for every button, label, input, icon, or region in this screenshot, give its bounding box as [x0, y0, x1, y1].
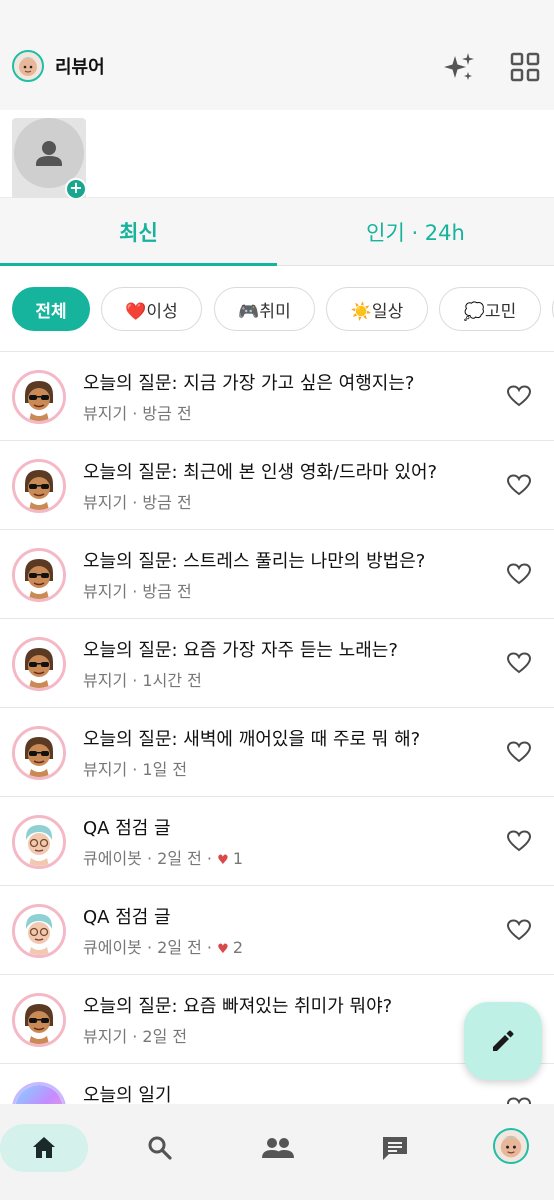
- post-meta-text: 뷰지기 · 방금 전: [83, 582, 192, 601]
- post-meta: 뷰지기 · 방금 전: [83, 400, 192, 424]
- post-meta: 뷰지기 · 1일 전: [83, 756, 187, 780]
- chip-all[interactable]: 전체: [12, 287, 90, 331]
- post-meta: 뷰지기 · 2일 전: [83, 1023, 187, 1047]
- post-title: QA 점검 글: [83, 818, 171, 839]
- tab-latest[interactable]: 최신: [0, 198, 277, 266]
- search-icon: [148, 1136, 172, 1160]
- post-title: 오늘의 질문: 요즘 가장 자주 듣는 노래는?: [83, 640, 398, 661]
- post-meta-text: 큐에이봇 · 2일 전 ·: [83, 938, 218, 957]
- feed-tabs: 최신 인기 · 24h: [0, 198, 554, 266]
- nav-home[interactable]: [0, 1124, 88, 1172]
- write-post-button[interactable]: [464, 1002, 542, 1080]
- chat-icon: [383, 1137, 407, 1160]
- post-meta-text: 뷰지기 · 방금 전: [83, 493, 192, 512]
- post-meta-text: 뷰지기 · 2일 전: [83, 1027, 188, 1046]
- plus-icon: +: [65, 178, 87, 200]
- post-meta: 뷰지기 · 방금 전: [83, 578, 192, 602]
- post-meta: 뷰지기 · 1시간 전: [83, 667, 202, 691]
- post-title: 오늘의 질문: 최근에 본 인생 영화/드라마 있어?: [83, 462, 438, 483]
- like-count: 2: [232, 938, 244, 957]
- chip-hobby[interactable]: 🎮취미: [214, 287, 315, 331]
- post-meta-text: 뷰지기 · 1시간 전: [83, 671, 202, 690]
- people-icon: [262, 1138, 294, 1158]
- add-story-button[interactable]: +: [12, 118, 87, 200]
- post-title: 오늘의 질문: 새벽에 깨어있을 때 주로 뭐 해?: [83, 729, 421, 750]
- post-row[interactable]: 오늘의 질문: 새벽에 깨어있을 때 주로 뭐 해? 뷰지기 · 1일 전: [0, 708, 554, 797]
- chip-romance[interactable]: ❤️이성: [101, 287, 202, 331]
- post-row[interactable]: 오늘의 질문: 요즘 가장 자주 듣는 노래는? 뷰지기 · 1시간 전: [0, 619, 554, 708]
- home-icon: [33, 1137, 55, 1158]
- post-title: 오늘의 질문: 지금 가장 가고 싶은 여행지는?: [83, 373, 415, 394]
- post-row[interactable]: QA 점검 글큐에이봇 · 2일 전 · ♥ 2: [0, 886, 554, 975]
- sparkle-icon[interactable]: [441, 50, 477, 86]
- like-button[interactable]: [506, 740, 532, 764]
- author-avatar[interactable]: [12, 548, 66, 602]
- like-button[interactable]: [506, 562, 532, 586]
- author-avatar[interactable]: [12, 370, 66, 424]
- tab-popular[interactable]: 인기 · 24h: [277, 198, 554, 266]
- pencil-icon: [493, 1030, 514, 1051]
- app-brand: 리뷰어: [55, 57, 105, 78]
- post-meta: 큐에이봇 · 2일 전 · ♥ 2: [83, 934, 243, 958]
- author-avatar[interactable]: [12, 993, 66, 1047]
- bottom-navigation: [0, 1104, 554, 1200]
- nav-people[interactable]: [258, 1124, 298, 1172]
- post-title: 오늘의 질문: 요즘 빠져있는 취미가 뭐야?: [83, 996, 393, 1017]
- post-row[interactable]: 오늘의 질문: 스트레스 풀리는 나만의 방법은? 뷰지기 · 방금 전: [0, 530, 554, 619]
- post-title: 오늘의 질문: 스트레스 풀리는 나만의 방법은?: [83, 551, 426, 572]
- post-title: QA 점검 글: [83, 907, 171, 928]
- app-header: 리뷰어: [0, 0, 554, 110]
- post-row[interactable]: 오늘의 질문: 지금 가장 가고 싶은 여행지는? 뷰지기 · 방금 전: [0, 352, 554, 441]
- like-button[interactable]: [506, 829, 532, 853]
- like-count: 1: [232, 849, 244, 868]
- author-avatar[interactable]: [12, 459, 66, 513]
- like-count-heart-icon: ♥: [217, 853, 233, 868]
- post-row[interactable]: 오늘의 질문: 최근에 본 인생 영화/드라마 있어? 뷰지기 · 방금 전: [0, 441, 554, 530]
- post-row[interactable]: QA 점검 글큐에이봇 · 2일 전 · ♥ 1: [0, 797, 554, 886]
- author-avatar[interactable]: [12, 815, 66, 869]
- nav-chat[interactable]: [375, 1124, 415, 1172]
- user-avatar[interactable]: [12, 50, 44, 82]
- profile-avatar[interactable]: [493, 1128, 529, 1164]
- stories-bar: +: [0, 110, 554, 200]
- post-meta-text: 뷰지기 · 방금 전: [83, 404, 192, 423]
- like-button[interactable]: [506, 384, 532, 408]
- chip-daily[interactable]: ☀️일상: [326, 287, 428, 331]
- nav-search[interactable]: [140, 1124, 180, 1172]
- like-count-heart-icon: ♥: [217, 942, 233, 957]
- post-meta: 뷰지기 · 방금 전: [83, 489, 192, 513]
- category-chips: 전체 ❤️이성 🎮취미 ☀️일상 💭고민: [0, 266, 554, 352]
- author-avatar[interactable]: [12, 904, 66, 958]
- grid-icon[interactable]: [509, 51, 541, 83]
- chip-worry[interactable]: 💭고민: [439, 287, 541, 331]
- like-button[interactable]: [506, 918, 532, 942]
- like-button[interactable]: [506, 473, 532, 497]
- author-avatar[interactable]: [12, 726, 66, 780]
- post-meta-text: 큐에이봇 · 2일 전 ·: [83, 849, 218, 868]
- post-meta-text: 뷰지기 · 1일 전: [83, 760, 188, 779]
- like-button[interactable]: [506, 651, 532, 675]
- author-avatar[interactable]: [12, 637, 66, 691]
- post-meta: 큐에이봇 · 2일 전 · ♥ 1: [83, 845, 243, 869]
